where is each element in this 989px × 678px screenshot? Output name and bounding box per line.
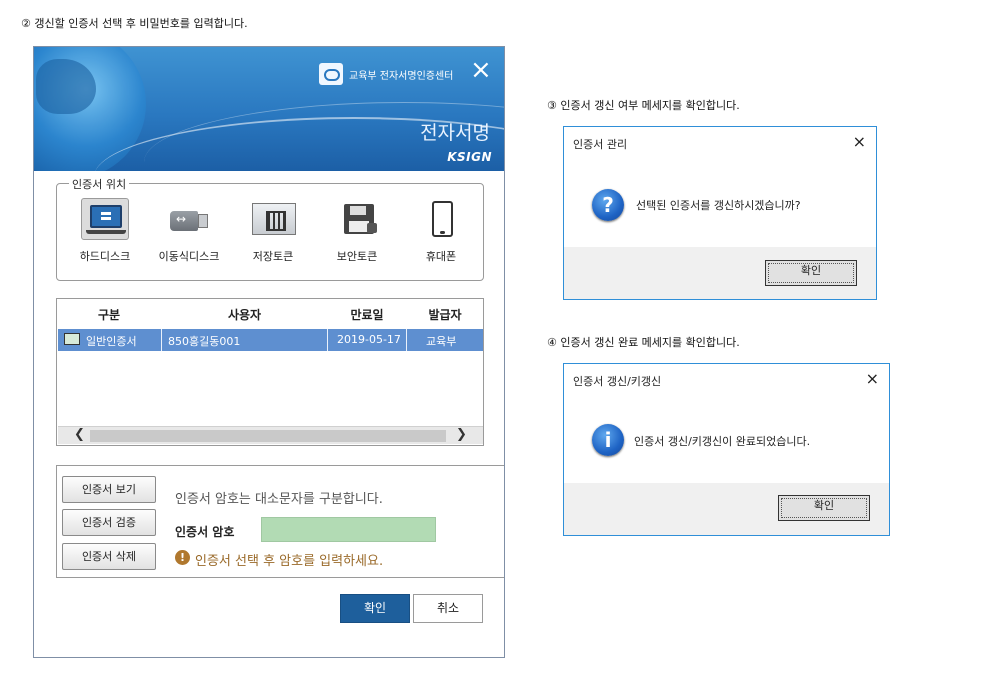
dialog-message: 인증서 갱신/키갱신이 완료되었습니다.: [634, 435, 811, 448]
column-header-user: 사용자: [227, 308, 262, 322]
password-hint: 인증서 암호는 대소문자를 구분합니다.: [175, 492, 383, 507]
cell-expiry: 2019-05-17: [337, 333, 401, 346]
verify-certificate-button[interactable]: 인증서 검증: [62, 509, 156, 536]
scroll-left-icon[interactable]: ❮: [74, 427, 85, 442]
certificate-icon: [64, 333, 80, 345]
certification-center-name: 교육부 전자서명인증센터: [349, 71, 454, 82]
column-header-expiry: 만료일: [350, 308, 384, 322]
location-label: 하드디스크: [79, 250, 131, 263]
column-header-issuer: 발급자: [428, 308, 462, 322]
location-security-token[interactable]: 보안토큰: [317, 198, 397, 270]
close-icon[interactable]: ×: [866, 369, 879, 388]
location-mobile-phone[interactable]: 휴대폰: [401, 198, 481, 270]
close-icon[interactable]: ×: [470, 57, 492, 83]
scroll-thumb[interactable]: [90, 430, 446, 442]
scroll-right-icon[interactable]: ❯: [456, 427, 467, 442]
ok-button[interactable]: 확인: [778, 495, 870, 521]
step3-caption: ③ 인증서 갱신 여부 메세지를 확인합니다.: [547, 99, 740, 112]
location-label: 저장토큰: [252, 250, 294, 263]
ksign-logo: KSIGN: [447, 150, 492, 164]
view-certificate-button[interactable]: 인증서 보기: [62, 476, 156, 503]
location-hard-disk[interactable]: 하드디스크: [65, 198, 145, 270]
location-label: 이동식디스크: [158, 250, 220, 263]
location-label: 보안토큰: [336, 250, 378, 263]
info-icon: i: [592, 424, 624, 456]
table-header: 구분 사용자 만료일 발급자: [57, 299, 483, 329]
mobile-phone-icon: [417, 198, 465, 240]
certificate-renewal-dialog: 교육부 전자서명인증센터 × 전자서명 KSIGN 인증서 위치 하드디스크 ↔…: [33, 46, 505, 658]
dialog-title: 인증서 갱신/키갱신: [573, 375, 662, 388]
horizontal-scrollbar[interactable]: ❮ ❯: [58, 426, 483, 444]
certificate-table: 구분 사용자 만료일 발급자 일반인증서 850홍길동001 2019-05-1…: [56, 298, 484, 446]
warning-icon: !: [175, 550, 190, 565]
dialog-message: 선택된 인증서를 갱신하시겠습니까?: [636, 199, 801, 212]
hard-disk-icon: [81, 198, 129, 240]
column-header-type: 구분: [97, 308, 121, 322]
ok-button[interactable]: 확인: [765, 260, 857, 286]
dialog-footer: 확인: [564, 247, 876, 299]
delete-certificate-button[interactable]: 인증서 삭제: [62, 543, 156, 570]
renew-complete-dialog: 인증서 갱신/키갱신 × i 인증서 갱신/키갱신이 완료되었습니다. 확인: [563, 363, 890, 536]
dialog-title: 인증서 관리: [573, 138, 628, 151]
location-removable-disk[interactable]: ↔ 이동식디스크: [149, 198, 229, 270]
step2-caption: ② 갱신할 인증서 선택 후 비밀번호를 입력합니다.: [21, 17, 248, 30]
cell-type: 일반인증서: [86, 335, 137, 348]
location-legend: 인증서 위치: [69, 176, 130, 192]
banner-title: 전자서명: [420, 122, 490, 144]
cancel-button[interactable]: 취소: [413, 594, 483, 623]
question-icon: ?: [592, 189, 624, 221]
step4-caption: ④ 인증서 갱신 완료 메세지를 확인합니다.: [547, 336, 740, 349]
cell-issuer: 교육부: [426, 335, 457, 348]
password-warning: 인증서 선택 후 암호를 입력하세요.: [195, 554, 384, 569]
key-logo-icon: [319, 63, 343, 85]
security-token-icon: [333, 198, 381, 240]
dialog-footer: 확인: [564, 483, 889, 535]
password-group: 인증서 보기 인증서 검증 인증서 삭제 인증서 암호는 대소문자를 구분합니다…: [56, 465, 504, 578]
location-storage-token[interactable]: 저장토큰: [233, 198, 313, 270]
renew-confirm-dialog: 인증서 관리 × ? 선택된 인증서를 갱신하시겠습니까? 확인: [563, 126, 877, 300]
storage-token-icon: [249, 198, 297, 240]
password-field[interactable]: [261, 517, 436, 542]
password-label: 인증서 암호: [175, 525, 235, 539]
table-row[interactable]: 일반인증서 850홍길동001 2019-05-17 교육부: [58, 329, 483, 351]
usb-drive-icon: ↔: [165, 198, 213, 240]
ok-button[interactable]: 확인: [340, 594, 410, 623]
close-icon[interactable]: ×: [853, 132, 866, 151]
cell-user: 850홍길동001: [168, 335, 241, 348]
dialog-banner: 교육부 전자서명인증센터 × 전자서명 KSIGN: [34, 47, 504, 171]
location-label: 휴대폰: [425, 250, 457, 263]
certificate-location-group: 인증서 위치 하드디스크 ↔ 이동식디스크 저장토큰 보안토큰 휴대폰: [56, 176, 484, 281]
